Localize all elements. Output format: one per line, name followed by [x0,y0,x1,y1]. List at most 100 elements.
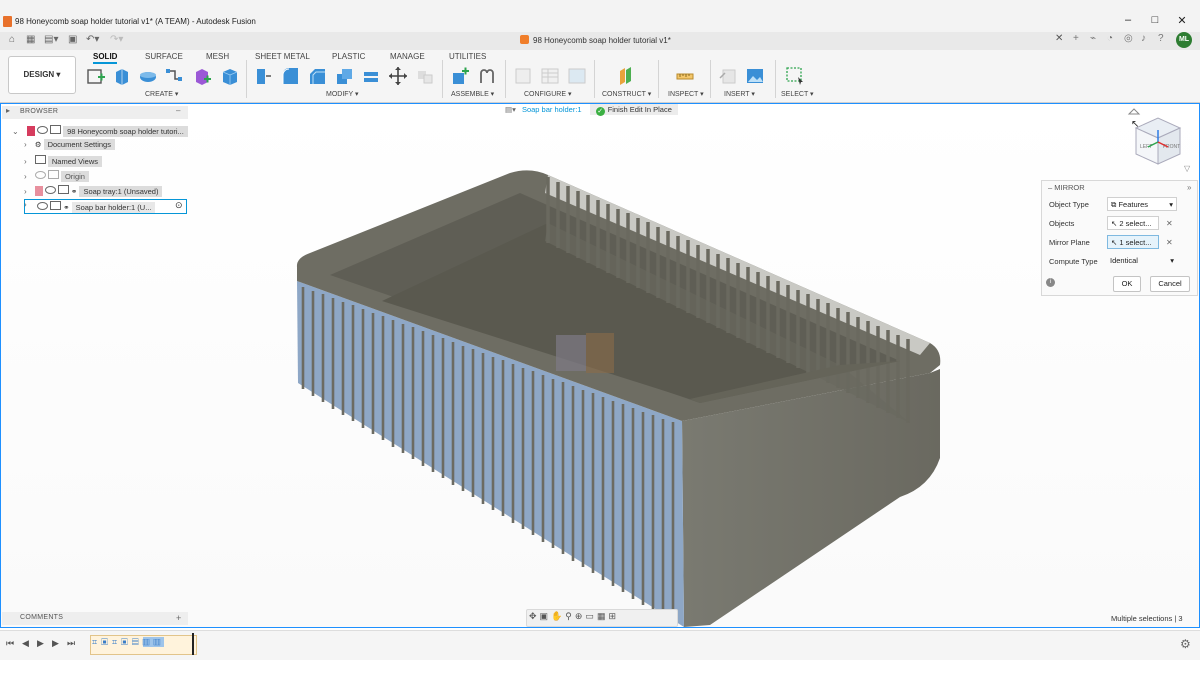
align-icon[interactable] [415,66,435,86]
extrude-feature-icon[interactable]: ▣ [101,637,112,647]
pan-icon[interactable]: ✋ [551,611,565,621]
close-window-button[interactable]: ✕ [1172,14,1192,27]
joint-icon[interactable] [477,66,497,86]
viewports-icon[interactable]: ⊞ [608,611,619,621]
info-icon[interactable]: i [1046,278,1055,287]
compute-type-dropdown[interactable]: Identical ▾ [1107,254,1177,268]
revolve-icon[interactable] [138,66,158,86]
chamfer-icon[interactable] [307,66,327,86]
user-avatar[interactable]: ML [1176,32,1192,48]
ok-button[interactable]: OK [1113,276,1141,292]
tree-item-soap-bar-holder[interactable]: ⚭ Soap bar holder:1 (U... [24,199,187,214]
chevron-down-icon[interactable]: ⌄ [12,127,19,136]
sketch-feature-icon[interactable]: ⌗ [92,637,101,647]
file-menu-icon[interactable]: ▤▾ [44,34,58,45]
create-menu[interactable]: CREATE ▾ [145,90,178,98]
shell-feature-icon[interactable]: ▤ [132,637,143,647]
tab-sheet-metal[interactable]: SHEET METAL [255,52,310,61]
grid-settings-icon[interactable]: ▦ [597,611,609,621]
display-settings-icon[interactable]: ▭ [585,611,597,621]
chevron-right-icon[interactable]: › [24,187,27,196]
sweep-icon[interactable] [164,66,184,86]
go-to-end-icon[interactable]: ⏭ [67,638,75,649]
shell-icon[interactable] [334,66,354,86]
home-icon[interactable]: ⌂ [9,34,15,45]
form-icon[interactable] [192,66,212,86]
look-at-icon[interactable]: ▣ [540,611,552,621]
chevron-right-icon[interactable]: › [24,157,27,166]
extrude-feature-icon[interactable]: ▣ [121,637,132,647]
finish-edit-in-place-button[interactable]: ✓ Finish Edit In Place [589,104,678,116]
extrude-icon[interactable] [112,66,132,86]
tab-surface[interactable]: SURFACE [145,52,183,61]
pattern-feature-icon[interactable]: ▥ [142,637,154,647]
insert-image-icon[interactable] [745,66,765,86]
job-status-icon[interactable]: ◔ [1107,33,1113,44]
visibility-eye-icon[interactable] [44,186,56,194]
redo-icon[interactable]: ↷▾ [110,34,123,45]
tree-item-named-views[interactable]: › Named Views [24,155,102,167]
mirror-dialog-header[interactable]: – MIRROR [1048,183,1085,192]
orbit-icon[interactable]: ✥ [529,611,540,621]
visibility-eye-icon[interactable] [37,202,48,210]
maximize-button[interactable]: □ [1145,14,1165,26]
fit-icon[interactable]: ⊕ [575,611,586,621]
assemble-menu[interactable]: ASSEMBLE ▾ [451,90,494,98]
measure-icon[interactable] [675,66,695,86]
document-tab[interactable]: 98 Honeycomb soap holder tutorial v1* [520,35,671,45]
modify-menu[interactable]: MODIFY ▾ [326,90,359,98]
chevron-right-icon[interactable]: › [24,200,27,209]
new-tab-icon[interactable]: + [1073,33,1079,44]
tab-utilities[interactable]: UTILITIES [449,52,486,61]
chevron-down-icon[interactable]: ▸ [6,106,10,115]
mirror-plane-selection[interactable]: ↖ 1 select... [1107,235,1159,249]
minimize-button[interactable]: – [1118,14,1138,26]
tree-item-document-settings[interactable]: › ⚙ Document Settings [24,139,115,152]
grid-menu-icon[interactable]: ▦ [26,34,35,45]
new-component-icon[interactable] [450,66,470,86]
step-back-icon[interactable]: ◀ [22,638,29,649]
offset-plane-icon[interactable] [616,66,636,86]
soap-holder-model[interactable] [0,103,1200,628]
press-pull-icon[interactable] [253,66,273,86]
sketch-feature-icon[interactable]: ⌗ [112,637,121,647]
object-type-dropdown[interactable]: ⧉ Features ▾ [1107,197,1177,211]
pattern-feature-icon[interactable]: ▥ [153,637,165,647]
visibility-eye-icon[interactable] [36,126,48,134]
viewcube-menu-icon[interactable]: ▽ [1184,164,1190,173]
configure-grid-icon[interactable] [540,66,560,86]
close-tab-button[interactable]: ✕ [1055,33,1063,44]
insert-derive-icon[interactable] [718,66,738,86]
move-copy-icon[interactable] [388,66,408,86]
go-to-start-icon[interactable]: ⏮ [6,638,14,649]
tree-item-origin[interactable]: › Origin [24,170,89,182]
select-menu[interactable]: SELECT ▾ [781,90,814,98]
hidden-eye-icon[interactable] [34,171,46,179]
configure-theme-icon[interactable] [567,66,587,86]
fillet-icon[interactable] [280,66,300,86]
expand-panel-icon[interactable]: » [1187,183,1191,192]
help-icon[interactable]: ? [1158,33,1164,44]
step-forward-icon[interactable]: ▶ [52,638,59,649]
timeline-marker[interactable] [192,633,194,655]
add-comment-button[interactable]: + [176,613,181,623]
select-icon[interactable] [785,66,805,86]
activate-radio-icon[interactable]: ⊙ [175,200,183,211]
component-dropdown-icon[interactable]: ▤▾ [505,105,516,114]
create-sketch-icon[interactable] [86,66,106,86]
undo-icon[interactable]: ↶▾ [86,34,99,45]
tab-mesh[interactable]: MESH [206,52,229,61]
combine-icon[interactable] [361,66,381,86]
clear-objects-button[interactable]: ✕ [1166,219,1173,228]
gear-icon[interactable]: ⚙ [1180,637,1191,651]
offline-icon[interactable]: ⌁ [1090,33,1096,44]
objects-selection[interactable]: ↖ 2 select... [1107,216,1159,230]
clear-mirror-plane-button[interactable]: ✕ [1166,238,1173,247]
tab-manage[interactable]: MANAGE [390,52,425,61]
box-icon[interactable] [220,66,240,86]
zoom-icon[interactable]: ⚲ [565,611,575,621]
configure-table-icon[interactable] [513,66,533,86]
play-icon[interactable]: ▶ [37,638,44,649]
browser-collapse-button[interactable]: – [176,106,180,115]
notifications-icon[interactable]: ♪ [1141,33,1146,44]
